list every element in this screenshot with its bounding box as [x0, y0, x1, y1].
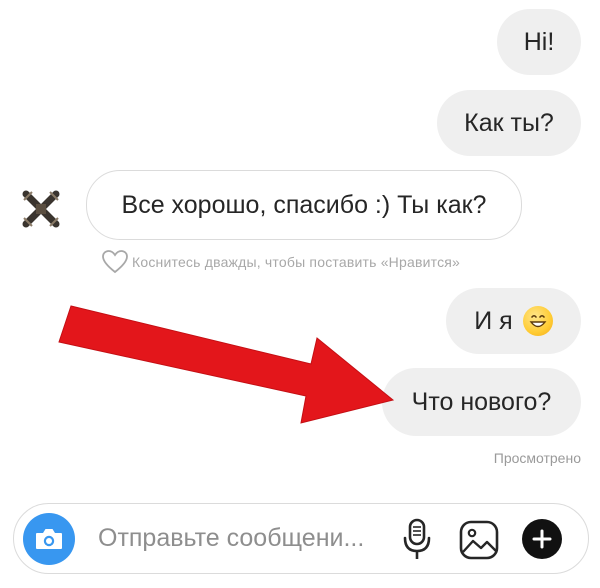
double-tap-like-hint: Коснитесь дважды, чтобы поставить «Нрави… [102, 250, 460, 274]
gallery-button[interactable] [458, 519, 500, 561]
message-bubble-outgoing[interactable]: Как ты? [437, 90, 581, 156]
message-text: Что нового? [411, 387, 552, 416]
message-bubble-outgoing[interactable]: И я [446, 288, 581, 354]
camera-icon [36, 529, 62, 549]
message-input[interactable]: Отправьте сообщени... [98, 524, 364, 553]
gallery-icon [459, 520, 499, 560]
message-text: Как ты? [464, 108, 554, 137]
message-composer: Отправьте сообщени... [13, 503, 589, 574]
microphone-button[interactable] [402, 518, 432, 562]
message-bubble-outgoing[interactable]: Hi! [497, 9, 581, 75]
seen-status: Просмотрено [493, 450, 581, 466]
message-text: Все хорошо, спасибо :) Ты как? [121, 190, 487, 219]
heart-icon[interactable] [102, 250, 128, 274]
camera-button[interactable] [23, 513, 75, 565]
message-text: Hi! [523, 27, 555, 56]
microphone-icon [403, 518, 431, 559]
avatar[interactable] [12, 180, 70, 238]
plus-icon [532, 529, 552, 549]
grinning-face-emoji-icon [522, 306, 553, 336]
message-bubble-incoming[interactable]: Все хорошо, спасибо :) Ты как? [86, 170, 522, 240]
message-bubble-outgoing[interactable]: Что нового? [382, 368, 581, 436]
red-arrow-annotation [58, 305, 395, 424]
hint-text: Коснитесь дважды, чтобы поставить «Нрави… [132, 254, 461, 270]
add-button[interactable] [522, 519, 562, 559]
message-text: И я [474, 306, 513, 335]
crossed-arrows-avatar-icon [12, 180, 70, 238]
